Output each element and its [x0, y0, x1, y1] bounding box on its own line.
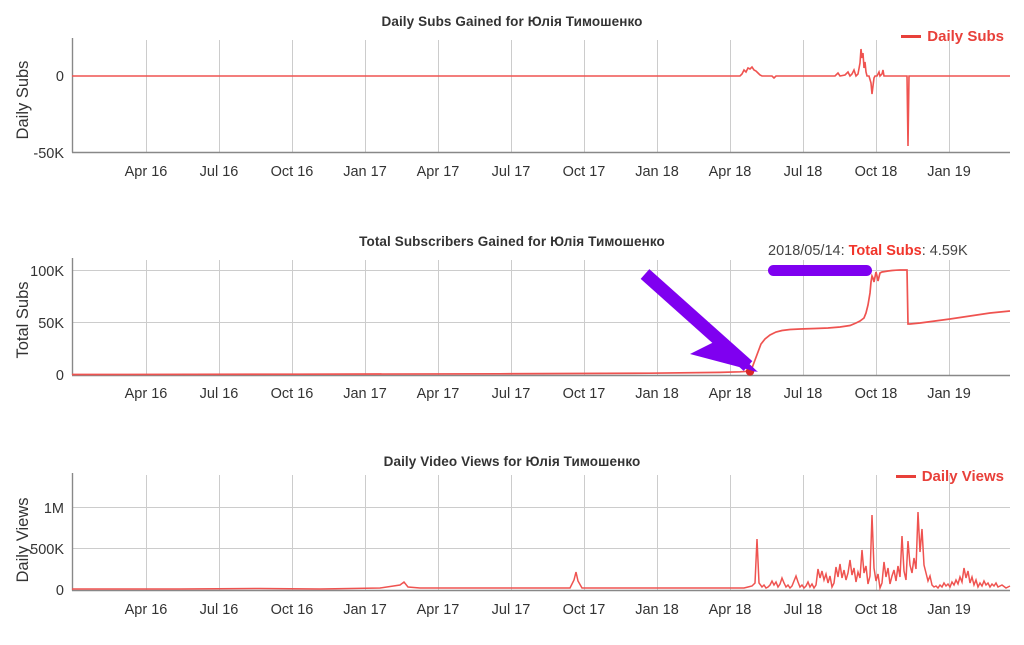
x-tick-apr16: Apr 16	[125, 164, 168, 180]
x-tick-jan19: Jan 19	[927, 602, 971, 618]
x-tick-oct18: Oct 18	[855, 164, 898, 180]
x-tick-jan18: Jan 18	[635, 602, 679, 618]
x-tick-jul17: Jul 17	[492, 164, 531, 180]
tooltip-value: : 4.59K	[921, 243, 968, 259]
chart-canvas-daily-subs: Daily Subs 0 -50K Apr 16 Jul 16 Oct 16 J…	[14, 38, 1010, 180]
x-tick-jul18: Jul 18	[784, 602, 823, 618]
x-tick-jan17: Jan 17	[343, 602, 387, 618]
x-tick-jul16: Jul 16	[200, 602, 239, 618]
gridlines-horizontal	[72, 507, 1010, 549]
x-tick-jul17: Jul 17	[492, 602, 531, 618]
gridlines-vertical	[146, 475, 950, 590]
y-tick-50k: 50K	[38, 316, 64, 332]
x-tick-oct16: Oct 16	[271, 602, 314, 618]
y-tick-100k: 100K	[30, 264, 64, 280]
y-tick-0: 0	[56, 583, 64, 599]
annotation-highlight-bar	[768, 265, 872, 276]
chart-total-subs: Total Subscribers Gained for Юлія Тимоше…	[0, 220, 1024, 420]
x-tick-oct18: Oct 18	[855, 602, 898, 618]
x-tick-labels: Apr 16 Jul 16 Oct 16 Jan 17 Apr 17 Jul 1…	[125, 602, 971, 618]
x-tick-apr17: Apr 17	[417, 164, 460, 180]
x-tick-apr18: Apr 18	[709, 602, 752, 618]
x-tick-oct17: Oct 17	[563, 164, 606, 180]
y-tick-500k: 500K	[30, 542, 64, 558]
y-axis-label-daily-subs: Daily Subs	[14, 61, 32, 140]
x-tick-jul16: Jul 16	[200, 164, 239, 180]
x-tick-jan17: Jan 17	[343, 164, 387, 180]
x-tick-jul18: Jul 18	[784, 164, 823, 180]
tooltip-total-subs: 2018/05/14: Total Subs: 4.59K	[768, 243, 968, 259]
y-tick-0: 0	[56, 368, 64, 384]
gridlines-vertical	[146, 260, 950, 375]
x-tick-oct17: Oct 17	[563, 602, 606, 618]
y-tick-0: 0	[56, 69, 64, 85]
x-tick-apr16: Apr 16	[125, 602, 168, 618]
x-tick-oct16: Oct 16	[271, 164, 314, 180]
y-tick-minus50k: -50K	[33, 146, 64, 162]
gridlines-vertical	[146, 40, 950, 152]
series-line-daily-subs	[72, 48, 1010, 147]
chart-daily-views: Daily Video Views for Юлія Тимошенко Dai…	[0, 440, 1024, 645]
y-axis-label-total-subs: Total Subs	[14, 281, 32, 358]
y-axis-label-daily-views: Daily Views	[14, 498, 32, 583]
y-tick-1m: 1M	[44, 501, 64, 517]
x-tick-apr18: Apr 18	[709, 164, 752, 180]
x-tick-jan18: Jan 18	[635, 164, 679, 180]
tooltip-metric-label: Total Subs	[848, 243, 922, 259]
x-tick-apr17: Apr 17	[417, 602, 460, 618]
series-line-daily-views	[72, 511, 1011, 591]
x-tick-jan19: Jan 19	[927, 164, 971, 180]
chart-daily-subs: Daily Subs Gained for Юлія Тимошенко Dai…	[0, 0, 1024, 200]
tooltip-date: 2018/05/14:	[768, 243, 845, 259]
chart-canvas-daily-views: Daily Views 0 500K 1M Apr 16 Jul 16 Oct …	[14, 473, 1011, 618]
x-tick-labels: Apr 16 Jul 16 Oct 16 Jan 17 Apr 17 Jul 1…	[125, 164, 971, 180]
